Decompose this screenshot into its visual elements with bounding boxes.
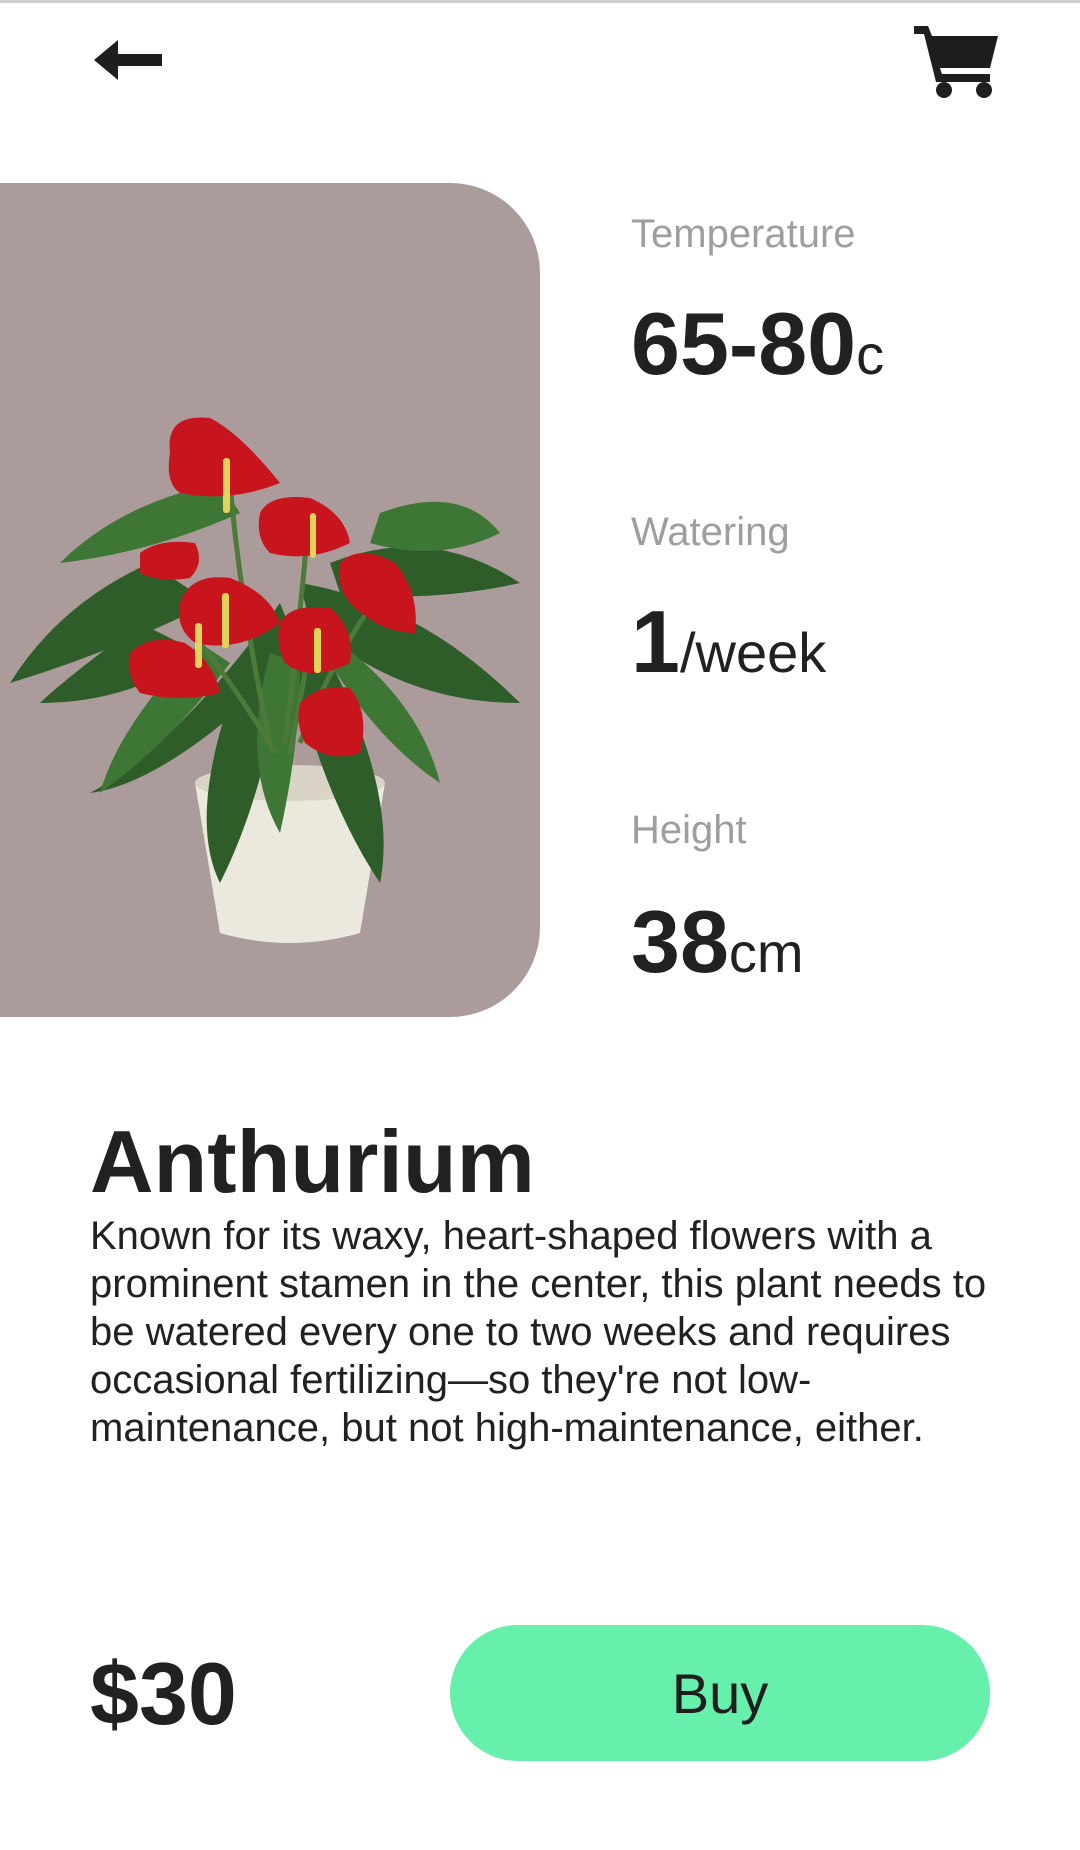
cart-button[interactable] [908,18,1004,102]
height-number: 38 [631,892,729,991]
plant-name: Anthurium [90,1112,535,1211]
height-label: Height [631,808,747,852]
temperature-number: 65-80 [631,294,857,393]
height-value: 38cm [631,898,804,986]
temperature-unit: c [856,323,885,386]
price: $30 [90,1644,237,1743]
plant-description: Known for its waxy, heart-shaped flowers… [90,1214,987,1450]
arrow-left-icon [94,40,162,80]
buy-button[interactable]: Buy [450,1625,990,1761]
watering-label: Watering [631,510,790,554]
watering-value: 1/week [631,598,826,686]
anthurium-plant-image [10,417,520,943]
top-divider [0,0,1080,3]
temperature-label: Temperature [631,212,856,256]
back-button[interactable] [88,30,168,90]
temperature-value: 65-80c [631,300,884,388]
plant-image-panel [0,183,540,1017]
watering-number: 1 [631,592,680,691]
height-unit: cm [728,921,804,984]
watering-unit: /week [679,621,827,684]
shopping-cart-icon [914,26,998,98]
